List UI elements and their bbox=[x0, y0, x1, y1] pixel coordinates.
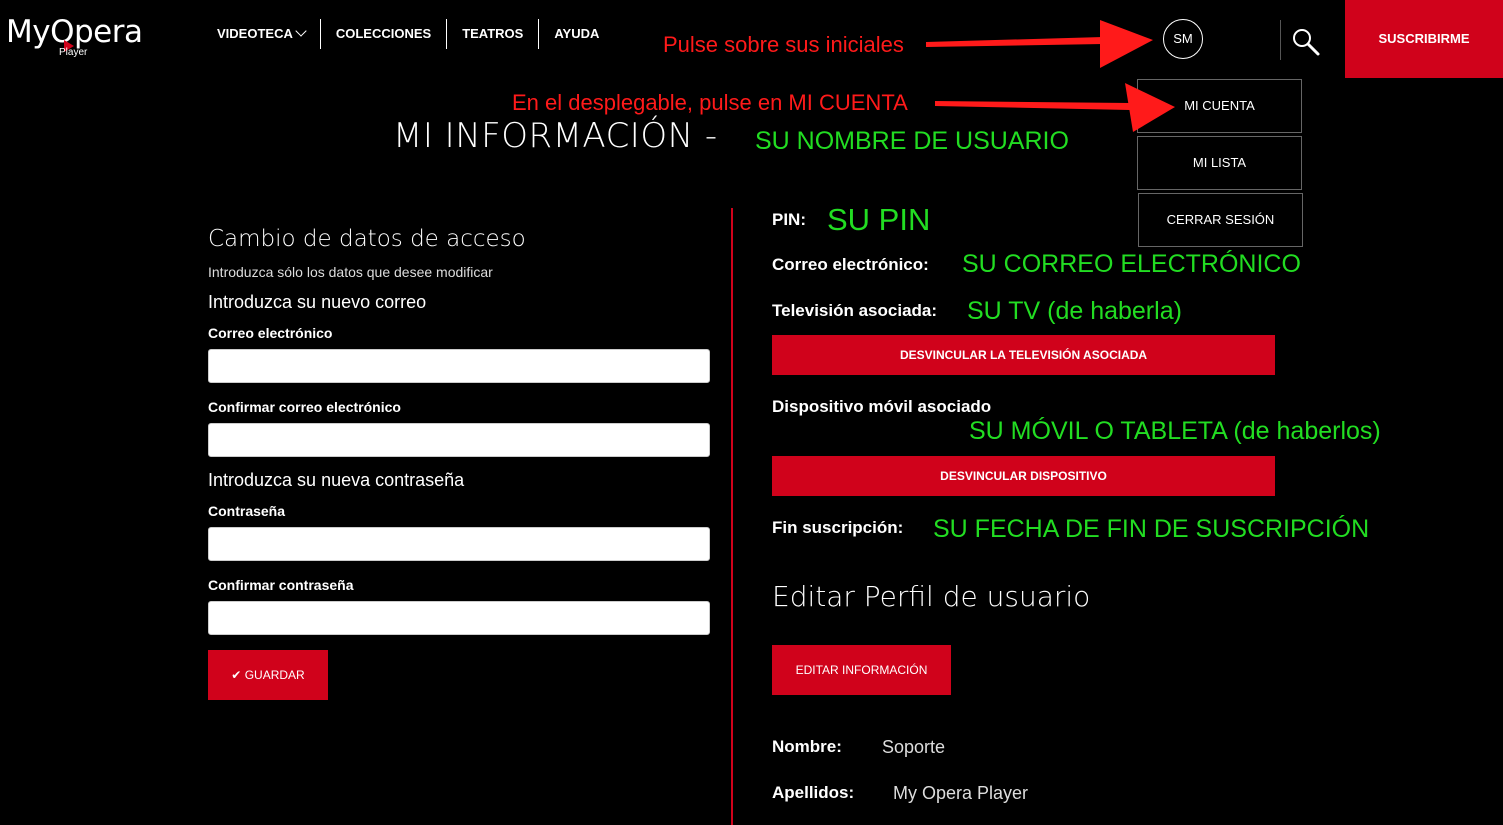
annotation-dropdown-hint: En el desplegable, pulse en MI CUENTA bbox=[512, 90, 908, 115]
main-nav: VIDEOTECA COLECCIONES TEATROS AYUDA bbox=[202, 18, 614, 50]
annotation-tv: SU TV (de haberla) bbox=[967, 297, 1182, 325]
avatar-initials-button[interactable]: SM bbox=[1163, 19, 1203, 59]
menu-item-mi-lista[interactable]: MI LISTA bbox=[1137, 136, 1302, 190]
email-label: Correo electrónico bbox=[208, 325, 333, 341]
unlink-tv-button[interactable]: DESVINCULAR LA TELEVISIÓN ASOCIADA bbox=[772, 335, 1275, 375]
logo-wordmark: MyOpera bbox=[6, 14, 143, 50]
nav-item-ayuda[interactable]: AYUDA bbox=[539, 18, 614, 50]
pin-label: PIN: bbox=[772, 210, 806, 229]
check-icon: ✔ bbox=[231, 668, 242, 682]
unlink-device-button[interactable]: DESVINCULAR DISPOSITIVO bbox=[772, 456, 1275, 496]
save-button-label: GUARDAR bbox=[244, 668, 305, 682]
last-name-value: My Opera Player bbox=[893, 783, 1029, 803]
first-name-label: Nombre: bbox=[772, 737, 842, 756]
column-divider bbox=[731, 208, 733, 825]
annotation-email: SU CORREO ELECTRÓNICO bbox=[962, 250, 1301, 278]
nav-item-videoteca[interactable]: VIDEOTECA bbox=[202, 18, 320, 50]
password-input[interactable] bbox=[208, 527, 710, 561]
access-form-title: Cambio de datos de acceso bbox=[208, 226, 526, 252]
email-confirm-input[interactable] bbox=[208, 423, 710, 457]
page-title: MI INFORMACIÓN - bbox=[393, 116, 718, 156]
subscribe-button[interactable]: SUSCRIBIRME bbox=[1345, 0, 1503, 78]
mobile-label: Dispositivo móvil asociado bbox=[772, 397, 992, 416]
search-icon bbox=[1293, 29, 1320, 56]
password-confirm-input[interactable] bbox=[208, 601, 710, 635]
password-section-title: Introduzca su nueva contraseña bbox=[208, 470, 465, 490]
nav-item-colecciones[interactable]: COLECCIONES bbox=[321, 18, 446, 50]
email-section-title: Introduzca su nuevo correo bbox=[208, 292, 427, 312]
password-label: Contraseña bbox=[208, 503, 286, 519]
save-button[interactable]: ✔ GUARDAR bbox=[208, 650, 328, 700]
search-button[interactable] bbox=[1290, 26, 1322, 58]
annotation-initials-hint: Pulse sobre sus iniciales bbox=[663, 32, 904, 57]
email-input[interactable] bbox=[208, 349, 710, 383]
nav-item-teatros[interactable]: TEATROS bbox=[447, 18, 538, 50]
nav-item-label: VIDEOTECA bbox=[217, 26, 293, 41]
email-info-label: Correo electrónico: bbox=[772, 255, 929, 274]
menu-item-cerrar-sesion[interactable]: CERRAR SESIÓN bbox=[1138, 193, 1303, 247]
annotation-mobile: SU MÓVIL O TABLETA (de haberlos) bbox=[969, 417, 1381, 445]
myopera-logo[interactable]: MyOpera Player bbox=[6, 14, 156, 58]
annotation-end-date: SU FECHA DE FIN DE SUSCRIPCIÓN bbox=[933, 515, 1370, 543]
access-form-hint: Introduzca sólo los datos que desee modi… bbox=[208, 264, 493, 280]
first-name-value: Soporte bbox=[882, 737, 946, 757]
tv-label: Televisión asociada: bbox=[772, 301, 938, 320]
password-confirm-label: Confirmar contraseña bbox=[208, 577, 354, 593]
header-separator bbox=[1280, 20, 1281, 60]
annotation-username: SU NOMBRE DE USUARIO bbox=[755, 127, 1069, 155]
menu-item-mi-cuenta[interactable]: MI CUENTA bbox=[1137, 79, 1302, 133]
email-confirm-label: Confirmar correo electrónico bbox=[208, 399, 401, 415]
last-name-label: Apellidos: bbox=[772, 783, 855, 802]
logo-subtitle: Player bbox=[59, 47, 88, 58]
arrow-to-initials bbox=[926, 20, 1153, 68]
subscription-end-label: Fin suscripción: bbox=[772, 518, 904, 537]
edit-profile-title: Editar Perfil de usuario bbox=[772, 580, 1091, 613]
edit-info-button[interactable]: EDITAR INFORMACIÓN bbox=[772, 645, 951, 695]
annotation-pin: SU PIN bbox=[827, 202, 931, 237]
chevron-down-icon bbox=[295, 25, 307, 37]
